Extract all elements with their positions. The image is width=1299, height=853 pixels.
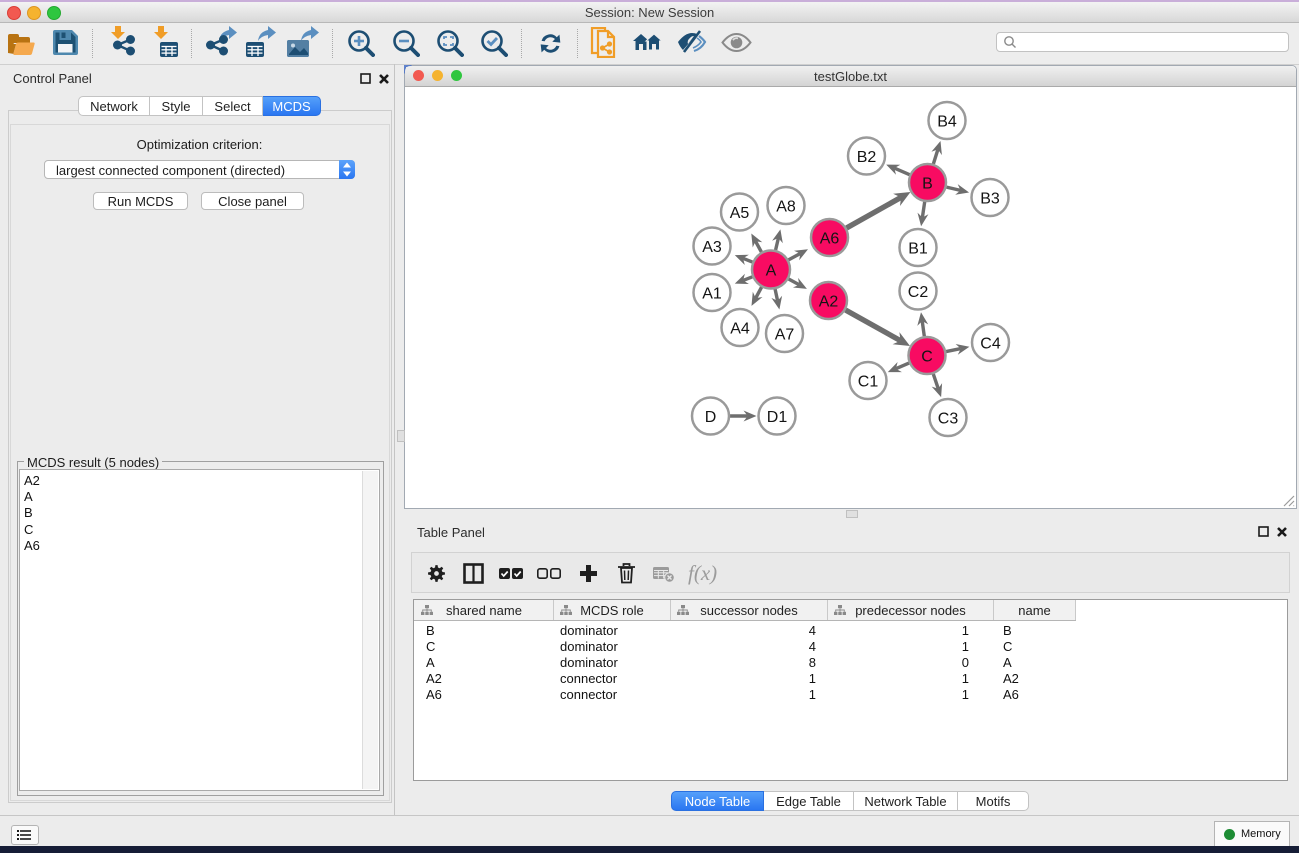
svg-text:C2: C2 [908, 284, 929, 301]
svg-text:C4: C4 [980, 336, 1001, 353]
svg-text:A: A [766, 263, 777, 280]
svg-text:B3: B3 [980, 191, 1000, 208]
svg-text:B1: B1 [908, 241, 928, 258]
svg-text:C1: C1 [858, 374, 879, 391]
svg-text:C: C [921, 349, 933, 366]
svg-text:C3: C3 [938, 411, 959, 428]
svg-text:A4: A4 [730, 321, 750, 338]
svg-text:A5: A5 [730, 205, 750, 222]
svg-text:A8: A8 [776, 199, 796, 216]
svg-text:B: B [922, 176, 933, 193]
svg-text:A1: A1 [702, 286, 722, 303]
svg-text:A2: A2 [819, 294, 839, 311]
svg-text:A3: A3 [702, 239, 722, 256]
svg-text:A7: A7 [775, 327, 795, 344]
svg-text:B2: B2 [857, 149, 877, 166]
svg-text:D: D [705, 409, 717, 426]
svg-text:A6: A6 [820, 231, 840, 248]
svg-text:B4: B4 [937, 114, 957, 131]
svg-text:D1: D1 [767, 409, 788, 426]
